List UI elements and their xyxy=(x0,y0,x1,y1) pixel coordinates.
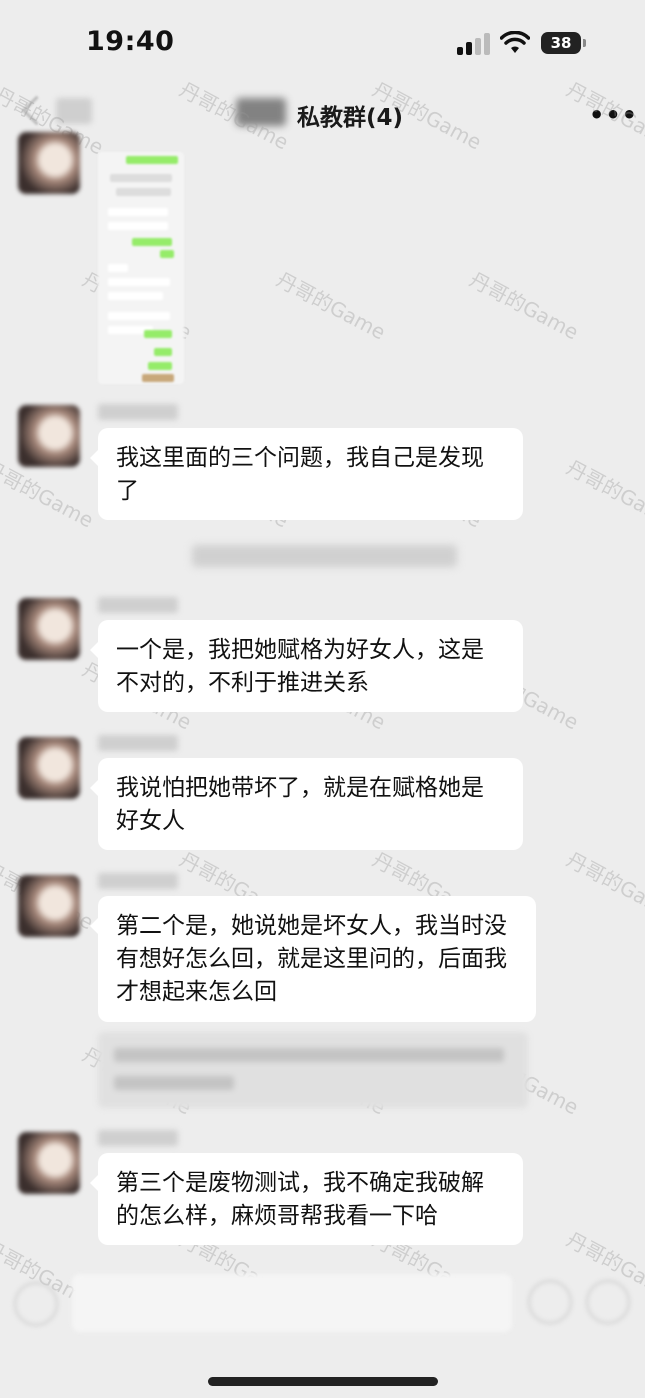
avatar[interactable] xyxy=(18,598,80,660)
message-text: 第二个是，她说她是坏女人，我当时没有想好怎么回，就是这里问的，后面我才想起来怎么… xyxy=(116,913,507,1005)
system-notice-redacted xyxy=(192,545,457,567)
sender-name-redacted xyxy=(98,735,178,751)
more-icon[interactable]: ••• xyxy=(589,101,638,129)
message-bubble[interactable]: 我这里面的三个问题，我自己是发现了 xyxy=(90,428,523,520)
sender-name-redacted xyxy=(98,404,178,420)
message-text: 一个是，我把她赋格为好女人，这是不对的，不利于推进关系 xyxy=(116,637,484,696)
watermark: 丹哥的Game xyxy=(465,267,583,345)
battery-cap xyxy=(583,39,586,47)
sender-name-redacted xyxy=(98,1130,178,1146)
sender-name-redacted xyxy=(98,597,178,613)
sender-name-redacted xyxy=(98,873,178,889)
input-bar xyxy=(0,1270,645,1340)
home-indicator xyxy=(208,1377,438,1386)
message-bubble[interactable]: 第三个是废物测试，我不确定我破解的怎么样，麻烦哥帮我看一下哈 xyxy=(90,1153,523,1245)
message-text: 第三个是废物测试，我不确定我破解的怎么样，麻烦哥帮我看一下哈 xyxy=(116,1170,484,1229)
watermark: 丹哥的Game xyxy=(562,455,645,533)
avatar[interactable] xyxy=(18,1132,80,1194)
back-unread-count[interactable] xyxy=(56,98,92,124)
status-bar: 19:40 38 xyxy=(0,0,645,88)
battery-icon: 38 xyxy=(541,32,581,54)
chat-title: 私教群(4) xyxy=(297,105,404,131)
title-prefix-redacted xyxy=(236,98,286,126)
image-message[interactable] xyxy=(98,152,184,384)
message-input[interactable] xyxy=(72,1274,512,1332)
quoted-reply-redacted[interactable] xyxy=(98,1032,528,1108)
voice-icon[interactable] xyxy=(14,1282,58,1326)
avatar[interactable] xyxy=(18,405,80,467)
battery-level: 38 xyxy=(550,34,572,52)
plus-icon[interactable] xyxy=(586,1280,630,1324)
avatar[interactable] xyxy=(18,875,80,937)
message-bubble[interactable]: 我说怕把她带坏了，就是在赋格她是好女人 xyxy=(90,758,523,850)
watermark: 丹哥的Game xyxy=(562,847,645,925)
message-bubble[interactable]: 一个是，我把她赋格为好女人，这是不对的，不利于推进关系 xyxy=(90,620,523,712)
wifi-icon xyxy=(500,31,530,53)
message-text: 我说怕把她带坏了，就是在赋格她是好女人 xyxy=(116,775,484,834)
cellular-signal-icon xyxy=(457,33,491,55)
watermark: 丹哥的Game xyxy=(272,267,390,345)
avatar[interactable] xyxy=(18,132,80,194)
back-icon[interactable] xyxy=(21,95,52,126)
status-time: 19:40 xyxy=(86,26,175,57)
emoji-icon[interactable] xyxy=(528,1280,572,1324)
message-bubble[interactable]: 第二个是，她说她是坏女人，我当时没有想好怎么回，就是这里问的，后面我才想起来怎么… xyxy=(90,896,536,1022)
message-text: 我这里面的三个问题，我自己是发现了 xyxy=(116,445,484,504)
chat-nav-bar: 私教群(4) ••• xyxy=(0,88,645,142)
avatar[interactable] xyxy=(18,737,80,799)
